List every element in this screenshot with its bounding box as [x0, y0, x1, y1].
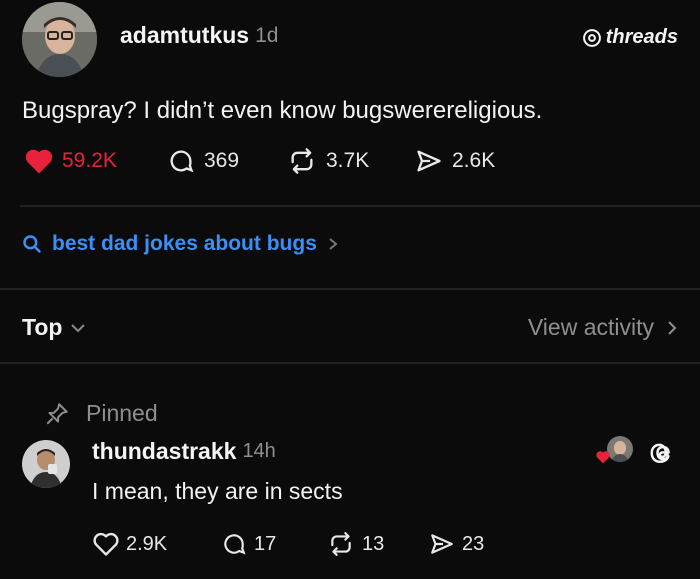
- chevron-right-icon: [329, 238, 338, 250]
- comment-like-count: 2.9K: [126, 532, 168, 555]
- pin-icon: [46, 402, 68, 424]
- author-liked-indicator: [595, 436, 635, 468]
- comment-repost-button[interactable]: 13: [326, 531, 384, 557]
- share-icon: [431, 534, 453, 554]
- heart-icon: [596, 451, 610, 464]
- comment-icon: [224, 534, 246, 555]
- comment-reply-count: 17: [254, 532, 277, 555]
- comment-reply-button[interactable]: 17: [220, 531, 276, 557]
- heart-icon: [93, 532, 119, 556]
- threads-brand-text: threads: [605, 26, 678, 48]
- like-button[interactable]: 59.2K: [24, 147, 117, 175]
- pinned-label: Pinned: [86, 400, 158, 426]
- threads-brand: threads: [582, 26, 678, 49]
- post-author-username[interactable]: adamtutkus: [120, 22, 249, 49]
- search-suggestion-text: best dad jokes about bugs: [52, 232, 317, 255]
- chevron-down-icon: [71, 323, 86, 332]
- comment-time: 14h: [242, 440, 276, 462]
- post-time: 1d: [255, 23, 279, 47]
- sort-label: Top: [22, 314, 63, 340]
- like-count: 59.2K: [62, 149, 117, 172]
- reply-button[interactable]: 369: [166, 147, 239, 175]
- comment-text: I mean, they are in sects: [92, 478, 343, 504]
- reply-count: 369: [204, 149, 240, 172]
- comment-author-username[interactable]: thundastrakk: [92, 438, 236, 465]
- pinned-indicator: Pinned: [42, 400, 158, 427]
- comment-share-button[interactable]: 23: [428, 531, 484, 557]
- view-activity-link[interactable]: View activity: [528, 314, 678, 341]
- comment-share-count: 23: [462, 532, 485, 555]
- repost-icon: [291, 148, 313, 174]
- comment-author-avatar[interactable]: [22, 440, 70, 488]
- chevron-right-icon: [668, 320, 677, 335]
- threads-logo-icon[interactable]: [648, 438, 678, 468]
- search-suggestion-link[interactable]: best dad jokes about bugs: [22, 232, 339, 256]
- divider: [20, 205, 700, 207]
- post-text: Bugspray? I didn’t even know bugswererel…: [22, 97, 543, 124]
- repost-count: 3.7K: [326, 149, 370, 172]
- heart-icon: [25, 149, 53, 174]
- search-icon: [23, 235, 41, 253]
- share-icon: [417, 150, 441, 172]
- share-count: 2.6K: [452, 149, 496, 172]
- view-activity-text: View activity: [527, 314, 654, 340]
- threads-logo-icon: [582, 28, 601, 47]
- divider: [0, 288, 700, 290]
- comment-icon: [170, 150, 194, 173]
- comment-repost-count: 13: [362, 532, 385, 555]
- divider: [0, 362, 700, 364]
- repost-button[interactable]: 3.7K: [286, 147, 369, 175]
- sort-dropdown[interactable]: Top: [22, 314, 86, 341]
- share-button[interactable]: 2.6K: [414, 147, 495, 175]
- repost-icon: [331, 532, 351, 556]
- comment-like-button[interactable]: 2.9K: [92, 531, 167, 557]
- post-author-avatar[interactable]: [22, 2, 97, 77]
